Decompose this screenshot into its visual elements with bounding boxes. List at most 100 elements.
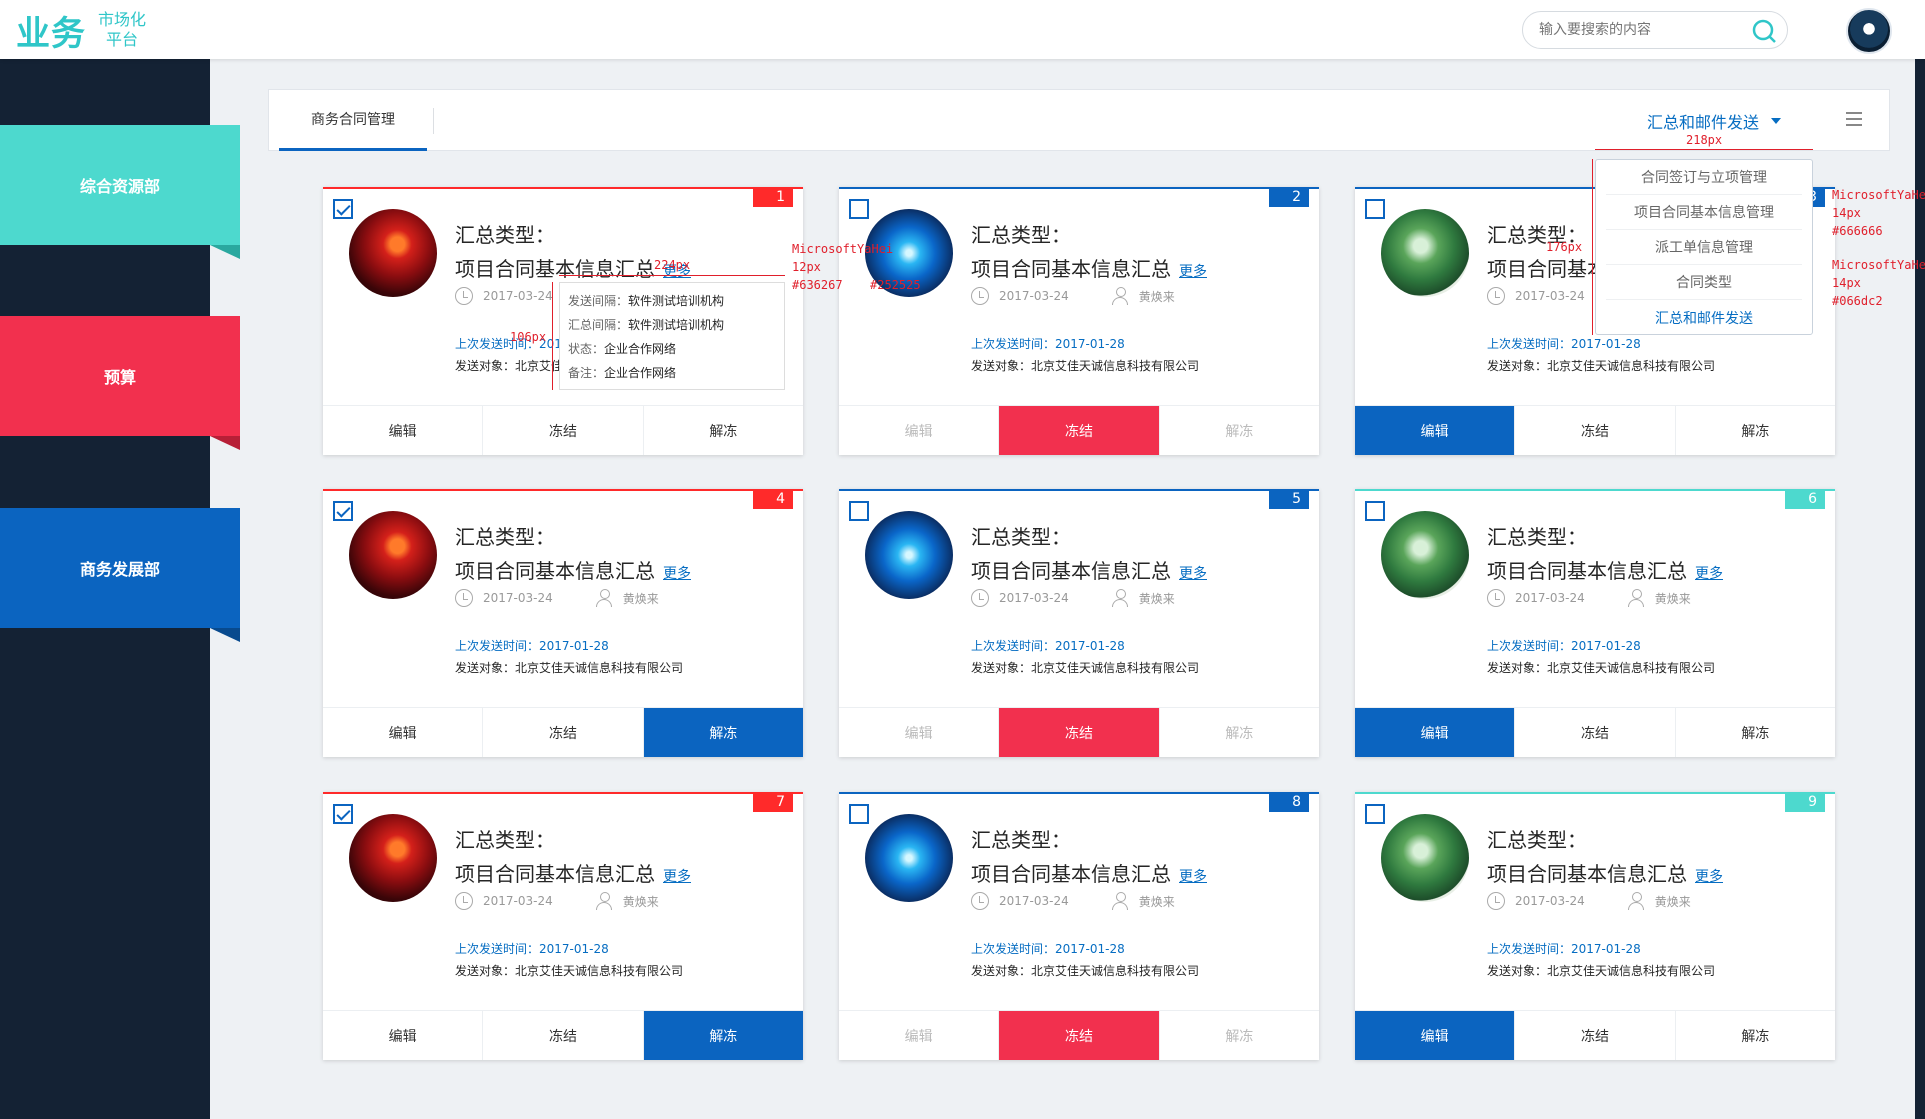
search-icon[interactable] bbox=[1751, 18, 1777, 44]
more-link[interactable]: 更多 bbox=[1179, 264, 1207, 280]
card-meta: 2017-03-24 黄焕来 bbox=[971, 892, 1175, 910]
card-title: 项目合同基本信息汇总 bbox=[455, 257, 655, 281]
menu-item-contract-signing[interactable]: 合同签订与立项管理 bbox=[1606, 160, 1802, 195]
unfreeze-button[interactable]: 解冻 bbox=[643, 708, 803, 757]
card-label-title: 项目合同基本信息汇总更多 bbox=[971, 253, 1207, 282]
card-checkbox[interactable] bbox=[1365, 501, 1385, 521]
freeze-button[interactable]: 冻结 bbox=[999, 708, 1160, 757]
card-number-badge: 2 bbox=[1269, 187, 1309, 207]
edit-button[interactable]: 编辑 bbox=[323, 708, 484, 757]
unfreeze-button[interactable]: 解冻 bbox=[1160, 406, 1319, 455]
edit-button[interactable]: 编辑 bbox=[1355, 1011, 1516, 1060]
card-label-type: 汇总类型： bbox=[455, 223, 555, 247]
card-checkbox[interactable] bbox=[849, 804, 869, 824]
unfreeze-button[interactable]: 解冻 bbox=[1676, 708, 1835, 757]
popup-row: 状态：企业合作网络 bbox=[568, 342, 677, 356]
unfreeze-button[interactable]: 解冻 bbox=[1676, 1011, 1835, 1060]
card-title: 项目合同基本信息汇总 bbox=[1487, 559, 1687, 583]
sidebar-item-budget[interactable]: 预算 bbox=[0, 316, 240, 450]
card-label-type: 汇总类型： bbox=[971, 223, 1071, 247]
annotation-width-218: 218px bbox=[1686, 133, 1723, 147]
annotation-color-b: #666666 bbox=[1832, 224, 1883, 238]
card-actions: 编辑 冻结 解冻 bbox=[323, 707, 803, 757]
more-link[interactable]: 更多 bbox=[663, 566, 691, 582]
freeze-button[interactable]: 冻结 bbox=[1515, 1011, 1676, 1060]
popup-row: 备注：企业合作网络 bbox=[568, 366, 677, 380]
freeze-button[interactable]: 冻结 bbox=[1515, 708, 1676, 757]
annotation-height-176: 176px bbox=[1546, 240, 1583, 254]
edit-button[interactable]: 编辑 bbox=[839, 708, 1000, 757]
card-send-time: 上次发送时间：2017-01-28 bbox=[1487, 942, 1641, 956]
user-icon bbox=[595, 589, 613, 607]
card-label-title: 项目合同基本信息汇总更多 bbox=[455, 858, 691, 887]
logo[interactable]: 业务 市场化 平台 bbox=[16, 8, 146, 54]
menu-item-dispatch-info[interactable]: 派工单信息管理 bbox=[1606, 230, 1802, 265]
card-label-type: 汇总类型： bbox=[1487, 828, 1587, 852]
more-link[interactable]: 更多 bbox=[1179, 869, 1207, 885]
clock-icon bbox=[1487, 287, 1505, 305]
more-link[interactable]: 更多 bbox=[1179, 566, 1207, 582]
card-checkbox[interactable] bbox=[1365, 804, 1385, 824]
freeze-button[interactable]: 冻结 bbox=[483, 406, 644, 455]
menu-icon[interactable] bbox=[1846, 112, 1862, 126]
unfreeze-button[interactable]: 解冻 bbox=[1160, 708, 1319, 757]
sidebar-item-label: 商务发展部 bbox=[79, 560, 160, 579]
edit-button[interactable]: 编辑 bbox=[1355, 406, 1516, 455]
card-thumbnail bbox=[349, 209, 437, 297]
freeze-button[interactable]: 冻结 bbox=[999, 1011, 1160, 1060]
summary-dropdown[interactable]: 汇总和邮件发送 bbox=[1647, 108, 1782, 134]
freeze-button[interactable]: 冻结 bbox=[483, 708, 644, 757]
card-checkbox[interactable] bbox=[333, 501, 353, 521]
card-send-target: 发送对象：北京艾佳天诚信息科技有限公司 bbox=[1487, 661, 1716, 675]
edit-button[interactable]: 编辑 bbox=[323, 1011, 484, 1060]
card-label-title: 项目合同基本信息汇总更多 bbox=[971, 858, 1207, 887]
card-title: 项目合同基本信息汇总 bbox=[455, 862, 655, 886]
more-link[interactable]: 更多 bbox=[663, 869, 691, 885]
card-checkbox[interactable] bbox=[333, 804, 353, 824]
card-number-badge: 5 bbox=[1269, 489, 1309, 509]
edit-button[interactable]: 编辑 bbox=[839, 406, 1000, 455]
card-thumbnail bbox=[1381, 209, 1469, 297]
tab-contract-management[interactable]: 商务合同管理 bbox=[279, 90, 427, 151]
menu-item-contract-type[interactable]: 合同类型 bbox=[1606, 265, 1802, 300]
more-link[interactable]: 更多 bbox=[1695, 566, 1723, 582]
card-checkbox[interactable] bbox=[849, 199, 869, 219]
popup-row: 发送间隔：软件测试培训机构 bbox=[568, 294, 725, 308]
annotation-color-a2: #252525 bbox=[870, 278, 921, 292]
annotation-font-b: MicrosoftYaHei bbox=[1832, 188, 1925, 202]
card-checkbox[interactable] bbox=[333, 199, 353, 219]
logo-line-2: 平台 bbox=[106, 30, 139, 49]
search-input[interactable] bbox=[1537, 20, 1737, 40]
clock-icon bbox=[1487, 892, 1505, 910]
card-meta: 2017-03-24 黄焕来 bbox=[971, 287, 1175, 305]
card-actions: 编辑 冻结 解冻 bbox=[1355, 707, 1835, 757]
edit-button[interactable]: 编辑 bbox=[1355, 708, 1516, 757]
unfreeze-button[interactable]: 解冻 bbox=[1676, 406, 1835, 455]
annotation-line bbox=[1595, 149, 1813, 150]
clock-icon bbox=[971, 589, 989, 607]
annotation-font-c: MicrosoftYaHei bbox=[1832, 258, 1925, 272]
card-thumbnail bbox=[1381, 511, 1469, 599]
card-actions: 编辑 冻结 解冻 bbox=[839, 1010, 1319, 1060]
edit-button[interactable]: 编辑 bbox=[839, 1011, 1000, 1060]
card-checkbox[interactable] bbox=[1365, 199, 1385, 219]
sidebar-item-business-development[interactable]: 商务发展部 bbox=[0, 508, 240, 642]
freeze-button[interactable]: 冻结 bbox=[999, 406, 1160, 455]
avatar[interactable] bbox=[1846, 8, 1892, 54]
annotation-color-c: #066dc2 bbox=[1832, 294, 1883, 308]
unfreeze-button[interactable]: 解冻 bbox=[643, 1011, 803, 1060]
card-person: 黄焕来 bbox=[1138, 894, 1175, 909]
card-checkbox[interactable] bbox=[849, 501, 869, 521]
menu-item-summary-email[interactable]: 汇总和邮件发送 bbox=[1606, 300, 1802, 335]
menu-item-contract-info[interactable]: 项目合同基本信息管理 bbox=[1606, 195, 1802, 230]
more-link[interactable]: 更多 bbox=[1695, 869, 1723, 885]
card-number-badge: 7 bbox=[753, 792, 793, 812]
unfreeze-button[interactable]: 解冻 bbox=[1160, 1011, 1319, 1060]
unfreeze-button[interactable]: 解冻 bbox=[644, 406, 803, 455]
freeze-button[interactable]: 冻结 bbox=[483, 1011, 644, 1060]
summary-card: 5 汇总类型： 项目合同基本信息汇总 更多 2017-03-24 黄焕来 上次发送… bbox=[839, 489, 1319, 757]
freeze-button[interactable]: 冻结 bbox=[1515, 406, 1676, 455]
sidebar-item-general-resources[interactable]: 综合资源部 bbox=[0, 125, 240, 259]
edit-button[interactable]: 编辑 bbox=[323, 406, 484, 455]
clock-icon bbox=[971, 892, 989, 910]
